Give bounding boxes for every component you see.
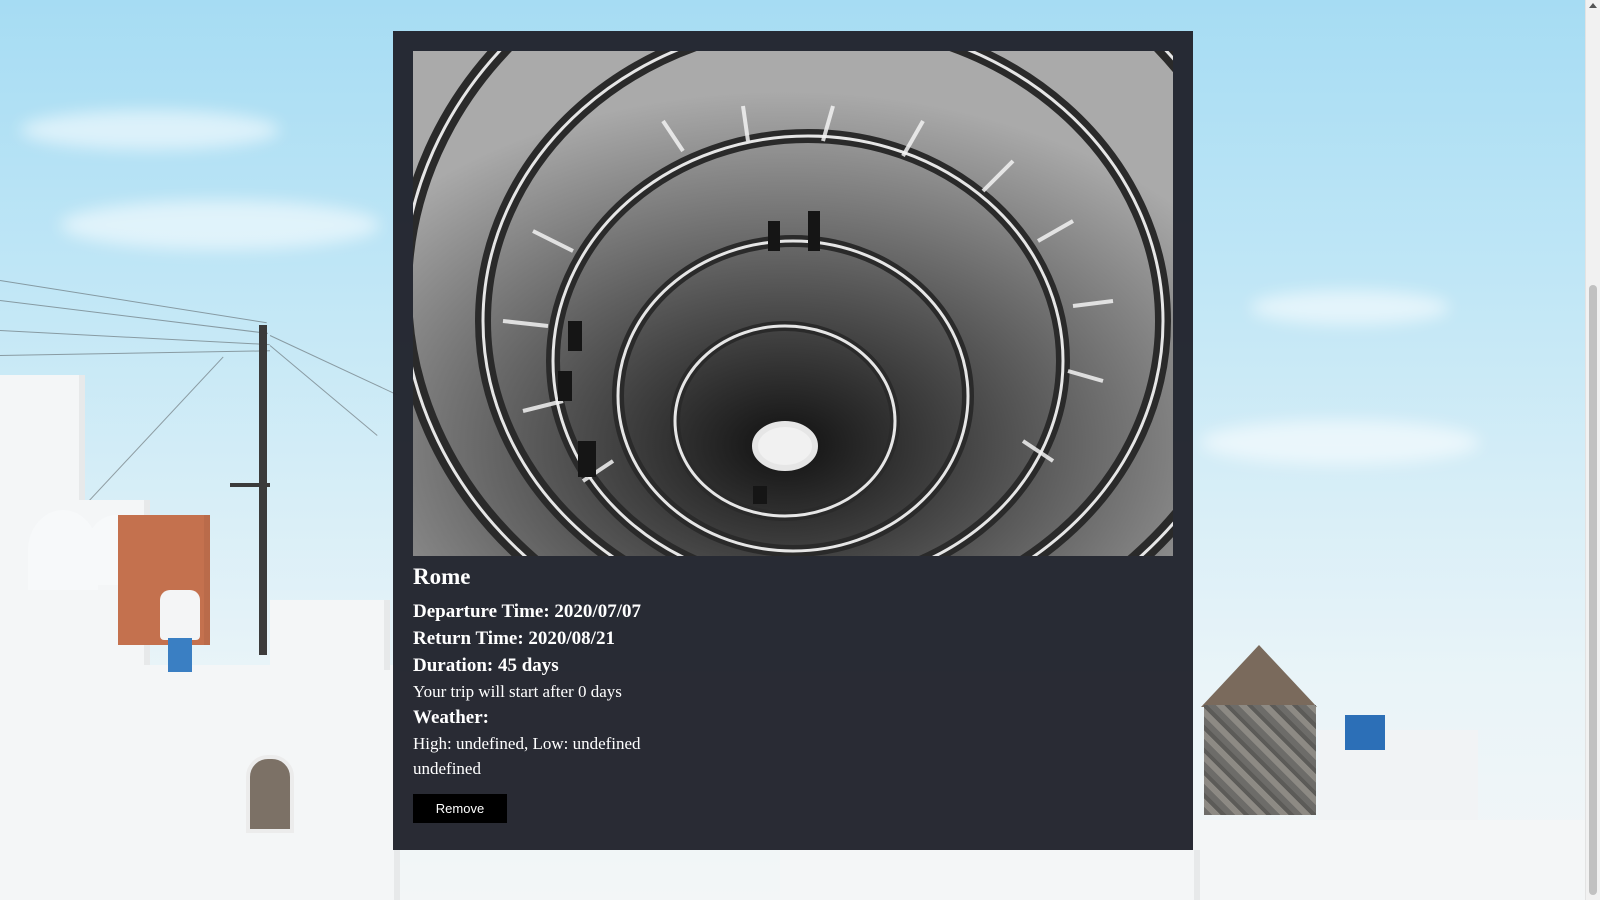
- person: [160, 590, 200, 640]
- vertical-scrollbar[interactable]: [1585, 0, 1600, 900]
- weather-heading: Weather:: [413, 707, 489, 728]
- trip-info: Rome Departure Time: 2020/07/07 Return T…: [413, 562, 1173, 823]
- church: [1318, 730, 1478, 820]
- scrollbar-thumb[interactable]: [1589, 285, 1597, 895]
- weather-description: undefined: [413, 759, 481, 778]
- weather-temperatures: High: undefined, Low: undefined: [413, 734, 641, 753]
- city-name: Rome: [413, 564, 471, 589]
- windmill-roof: [1201, 645, 1317, 707]
- trip-duration: Duration: 45 days: [413, 655, 559, 676]
- power-wire: [0, 330, 270, 346]
- cloud: [1250, 290, 1450, 325]
- street-lamp: [230, 483, 270, 487]
- trip-card: Rome Departure Time: 2020/07/07 Return T…: [393, 31, 1193, 850]
- trip-countdown: Your trip will start after 0 days: [413, 682, 622, 701]
- scroll-up-icon[interactable]: [1589, 3, 1597, 8]
- utility-pole: [259, 325, 267, 655]
- power-wire: [269, 345, 378, 436]
- cloud: [1200, 420, 1480, 465]
- power-wire: [0, 350, 270, 356]
- power-wire: [79, 356, 224, 511]
- building: [780, 850, 1200, 900]
- door: [246, 755, 294, 833]
- departure-time: Departure Time: 2020/07/07: [413, 601, 641, 622]
- destination-photo: [413, 51, 1173, 556]
- spiral-staircase-image: [413, 51, 1173, 556]
- church-dome: [1345, 715, 1385, 750]
- cloud: [20, 110, 280, 150]
- remove-button[interactable]: Remove: [413, 794, 507, 823]
- building: [0, 375, 85, 515]
- building: [0, 665, 400, 900]
- building: [270, 600, 390, 670]
- windmill-tower: [1204, 705, 1316, 815]
- cloud: [60, 200, 380, 250]
- person: [168, 638, 192, 672]
- building: [1190, 820, 1600, 900]
- power-wire: [269, 335, 398, 396]
- return-time: Return Time: 2020/08/21: [413, 628, 615, 649]
